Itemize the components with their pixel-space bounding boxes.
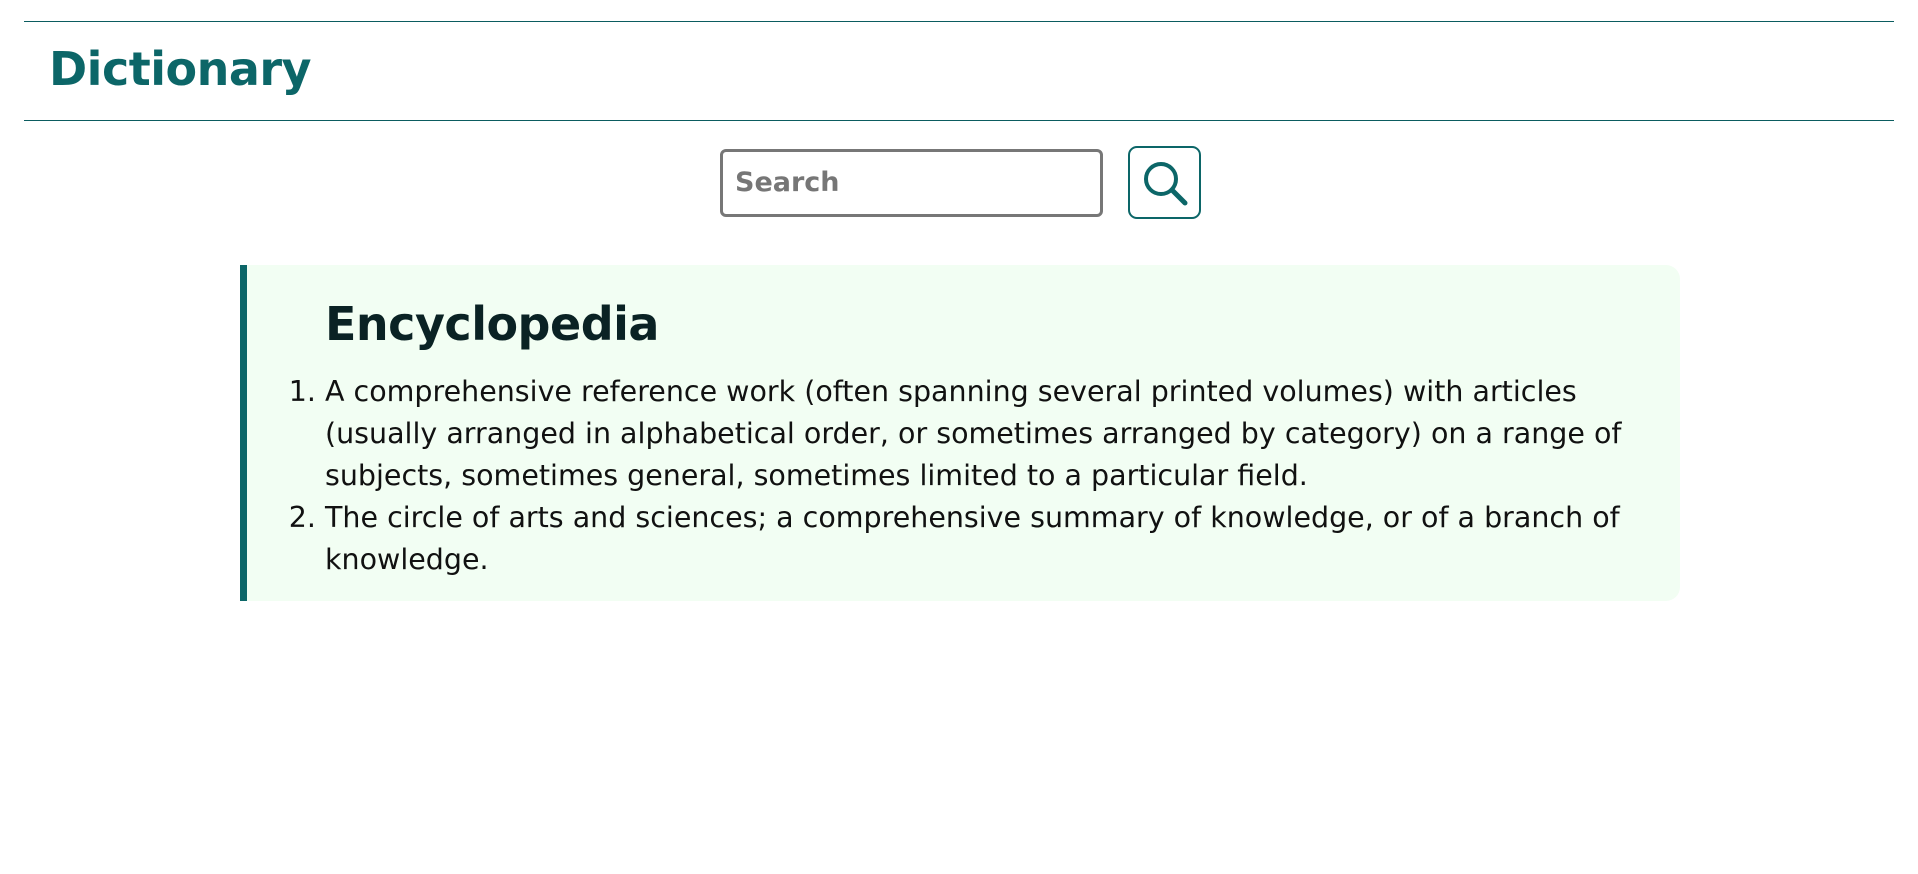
dictionary-page: Dictionary Encyclopedia A comprehensive … xyxy=(0,0,1918,874)
definition-list: A comprehensive reference work (often sp… xyxy=(247,371,1640,581)
definition-item: A comprehensive reference work (often sp… xyxy=(325,371,1640,497)
entry-word: Encyclopedia xyxy=(325,297,659,351)
header-top-divider xyxy=(24,21,1894,22)
search-icon xyxy=(1143,161,1187,205)
definition-item: The circle of arts and sciences; a compr… xyxy=(325,497,1640,581)
app-title: Dictionary xyxy=(49,42,312,96)
search-input[interactable] xyxy=(720,148,1103,217)
header-bottom-divider xyxy=(24,120,1894,121)
search-bar xyxy=(720,146,1201,219)
search-button[interactable] xyxy=(1128,146,1201,219)
definition-card: Encyclopedia A comprehensive reference w… xyxy=(240,265,1680,601)
